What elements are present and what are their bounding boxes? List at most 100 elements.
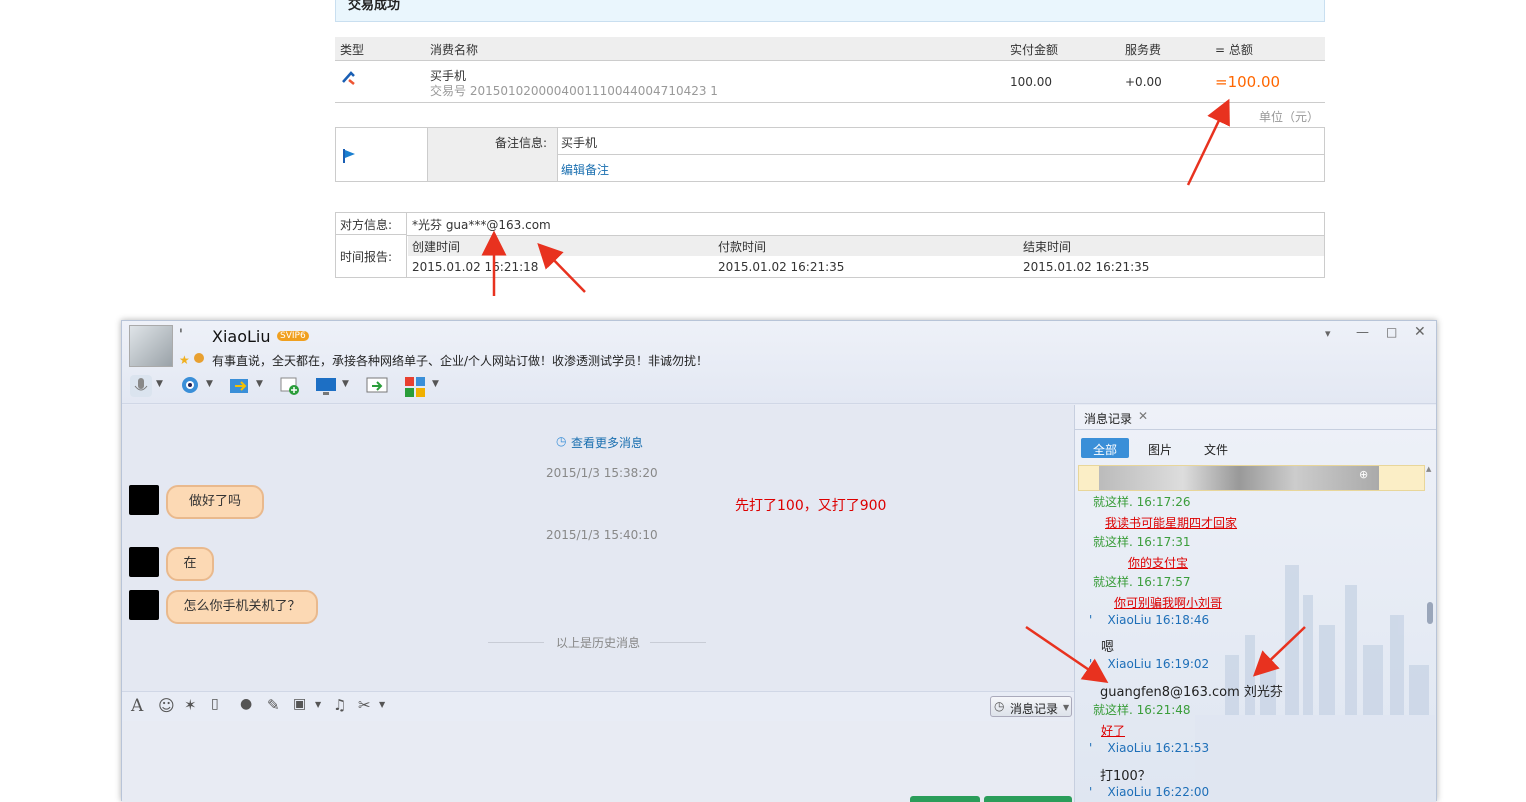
record-sender: ' XiaoLiu 16:22:00: [1089, 785, 1210, 799]
time-label: 时间报告:: [340, 250, 393, 264]
minimize-icon[interactable]: —: [1356, 325, 1369, 340]
record-sender: 就这样. 16:17:26: [1093, 495, 1191, 509]
unit-label: 单位（元）: [1259, 110, 1320, 124]
scrollbar[interactable]: ▲: [1426, 465, 1434, 802]
vip-badge: SVIP6: [277, 331, 309, 341]
chat-bubble: 在: [166, 547, 214, 581]
time-label-cell: 时间报告:: [336, 235, 407, 277]
chat-bubble: 做好了吗: [166, 485, 264, 519]
flag-icon: [343, 149, 355, 163]
chevron-down-icon[interactable]: ▼: [379, 700, 385, 709]
music-icon[interactable]: ♫: [333, 696, 346, 714]
record-sender: 就这样. 16:17:57: [1093, 575, 1191, 589]
history-divider: 以上是历史消息: [556, 636, 641, 650]
signature: 有事直说，全天都在，承接各种网络单子、企业/个人网站订做！收渗透测试学员！非诚勿…: [212, 354, 709, 368]
remark-icon-cell: [336, 128, 428, 181]
transfer-icon: [342, 71, 355, 85]
close-button[interactable]: [910, 796, 980, 802]
contact-avatar[interactable]: [129, 590, 159, 620]
tab-all-label: 全部: [1093, 443, 1118, 457]
chat-window: ' XiaoLiu SVIP6 ★ 有事直说，全天都在，承接各种网络单子、企业/…: [121, 320, 1437, 802]
close-icon[interactable]: ✕: [1414, 324, 1426, 340]
emoji-icon[interactable]: ☺: [158, 696, 175, 715]
file-transfer-icon[interactable]: [229, 375, 251, 397]
scroll-up-icon[interactable]: ▲: [1426, 465, 1431, 473]
clock-icon: ◷: [994, 699, 1005, 713]
maximize-icon[interactable]: □: [1386, 325, 1397, 339]
record-text: 打100？: [1100, 769, 1151, 784]
message-input[interactable]: [122, 721, 1074, 802]
chevron-down-icon[interactable]: ▼: [256, 379, 263, 389]
font-icon[interactable]: A: [131, 696, 143, 716]
time-paid-value: 2015.01.02 16:21:35: [718, 260, 845, 274]
history-button-label: 消息记录: [1010, 702, 1059, 716]
transaction-table: 类型 消费名称 实付金额 服务费 = 总额 买手机 交易号 2015010200…: [335, 37, 1325, 103]
table-header: 类型 消费名称 实付金额 服务费 = 总额: [335, 37, 1325, 61]
counterparty-box: 对方信息: *光芬 gua***@163.com 时间报告: 创建时间 付款时间…: [335, 212, 1325, 278]
star-icon: ★: [179, 353, 190, 367]
chevron-down-icon[interactable]: ▼: [206, 379, 213, 389]
edit-remark-row: 编辑备注: [558, 155, 1324, 182]
close-panel-icon[interactable]: ✕: [1138, 409, 1148, 423]
fee-value: +0.00: [1125, 75, 1162, 89]
chevron-down-icon[interactable]: ▼: [342, 379, 349, 389]
history-button[interactable]: ◷ 消息记录 ▼: [990, 696, 1072, 717]
col-name: 消费名称: [430, 43, 479, 57]
panel-tabbar: 消息记录 ✕: [1075, 405, 1436, 430]
annotation-text: 先打了100，又打了900: [735, 498, 887, 514]
apps-icon[interactable]: [404, 375, 426, 397]
col-fee: 服务费: [1125, 43, 1162, 57]
counterparty-label-cell: 对方信息:: [336, 213, 407, 235]
panel-title: 消息记录: [1084, 412, 1133, 426]
remark-label: 备注信息:: [494, 136, 547, 150]
city-skyline-background: [1195, 565, 1435, 802]
remark-value: 买手机: [561, 136, 598, 150]
counterparty-label: 对方信息:: [340, 218, 393, 232]
chevron-down-icon[interactable]: ▼: [156, 379, 163, 389]
counterparty-value: *光芬 gua***@163.com: [412, 218, 551, 232]
edit-icon[interactable]: ✎: [267, 696, 280, 714]
zoom-icon[interactable]: ⊕: [1359, 468, 1368, 481]
edit-remark-link[interactable]: 编辑备注: [561, 161, 609, 178]
magic-expression-icon[interactable]: ▯: [211, 696, 219, 712]
image-thumbnail: [1099, 466, 1379, 490]
timestamp: 2015/1/3 15:40:10: [546, 528, 658, 542]
col-total: = 总额: [1215, 43, 1253, 57]
tab-files[interactable]: 文件: [1204, 441, 1228, 458]
tab-images[interactable]: 图片: [1148, 441, 1172, 458]
tab-all[interactable]: 全部: [1081, 438, 1129, 458]
voice-call-icon[interactable]: [130, 375, 152, 397]
col-type: 类型: [340, 43, 365, 57]
voice-message-icon[interactable]: ●: [240, 696, 252, 712]
avatar[interactable]: [129, 325, 173, 367]
screenshot-scissors-icon[interactable]: ✂: [358, 696, 371, 714]
image-icon[interactable]: ▣: [293, 696, 306, 712]
contact-name[interactable]: XiaoLiu: [212, 327, 271, 346]
status-banner: 交易成功: [335, 0, 1325, 22]
chevron-down-icon[interactable]: ▼: [315, 700, 321, 709]
create-discussion-icon[interactable]: [279, 375, 301, 397]
record-text: 好了: [1101, 724, 1126, 738]
nudge-icon[interactable]: ✶: [184, 696, 197, 714]
video-call-icon[interactable]: [179, 375, 201, 397]
chevron-down-icon[interactable]: ▼: [432, 379, 439, 389]
record-sender: 就这样. 16:17:31: [1093, 535, 1191, 549]
status-text: 交易成功: [348, 0, 401, 13]
amount-value: 100.00: [1010, 75, 1052, 89]
contact-avatar[interactable]: [129, 547, 159, 577]
image-message[interactable]: ⊕: [1078, 465, 1425, 491]
history-panel: 消息记录 ✕ 全部 图片 文件 ⊕ ▲ 就这样. 16:17:26 我读书可能星…: [1074, 405, 1436, 802]
record-sender: ' XiaoLiu 16:19:02: [1089, 657, 1210, 671]
col-amount: 实付金额: [1010, 43, 1059, 57]
contact-avatar[interactable]: [129, 485, 159, 515]
more-messages-link[interactable]: 查看更多消息: [571, 434, 643, 451]
send-button[interactable]: [984, 796, 1072, 802]
name-prefix: ': [179, 327, 183, 343]
menu-dropdown-icon[interactable]: ▾: [1325, 327, 1331, 340]
divider-line: [650, 642, 706, 643]
remote-desktop-icon[interactable]: [315, 375, 337, 397]
share-screen-icon[interactable]: [366, 375, 388, 397]
record-sender: ' XiaoLiu 16:21:53: [1089, 741, 1210, 755]
scrollbar-thumb[interactable]: [1427, 602, 1433, 624]
message-text: 做好了吗: [188, 494, 241, 509]
